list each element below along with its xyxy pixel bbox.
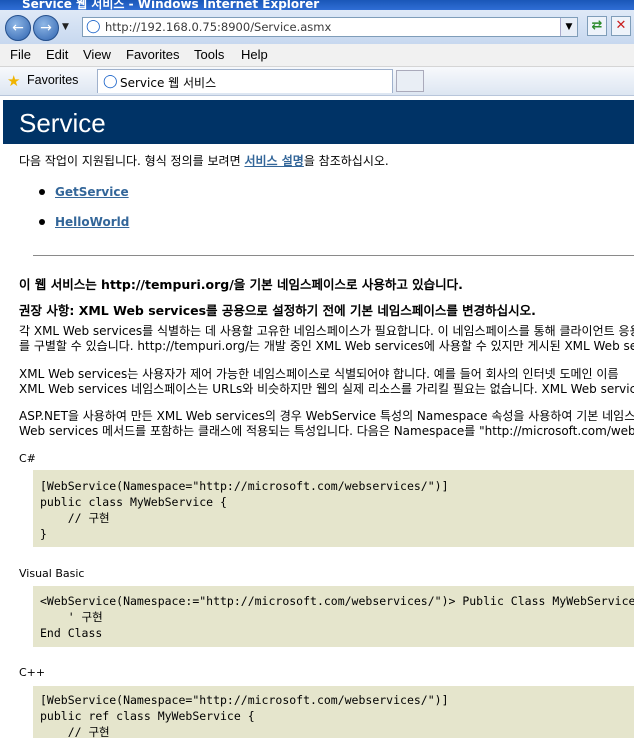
menu-edit[interactable]: Edit	[46, 47, 68, 62]
forward-button[interactable]: →	[33, 15, 59, 41]
code-text-csharp: [WebService(Namespace="http://microsoft.…	[40, 479, 449, 541]
paragraph-line: 를 구별할 수 있습니다. http://tempuri.org/는 개발 중인…	[19, 339, 634, 353]
tab-title: Service 웹 서비스	[120, 76, 217, 90]
code-block-csharp: [WebService(Namespace="http://microsoft.…	[33, 470, 634, 547]
page-content: Service 다음 작업이 지원됩니다. 형식 정의를 보려면 서비스 설명을…	[3, 96, 634, 738]
paragraph-line: ASP.NET을 사용하여 만든 XML Web services의 경우 We…	[19, 409, 634, 423]
menu-tools[interactable]: Tools	[194, 47, 224, 62]
divider	[33, 255, 634, 256]
paragraph-line: XML Web services 네임스페이스는 URLs와 비슷하지만 웹의 …	[19, 382, 634, 396]
history-dropdown-icon[interactable]: ▼	[62, 22, 69, 32]
favorites-button[interactable]: Favorites	[27, 73, 78, 87]
favorites-star-icon[interactable]: ★	[7, 72, 20, 90]
paragraph-line: Web services 메서드를 포함하는 클래스에 적용되는 특성입니다. …	[19, 424, 634, 438]
menu-help[interactable]: Help	[241, 47, 268, 62]
refresh-button[interactable]: ⇄	[587, 16, 607, 36]
list-item: HelloWorld	[39, 215, 129, 229]
intro-before: 다음 작업이 지원됩니다. 형식 정의를 보려면	[19, 154, 245, 168]
favorites-bar: ★ Favorites ◯ Service 웹 서비스	[0, 67, 634, 96]
paragraph-line: XML Web services는 사용자가 제어 가능한 네임스페이스로 식별…	[19, 367, 619, 381]
code-text-cpp: [WebService(Namespace="http://microsoft.…	[40, 693, 449, 738]
paragraph-aspnet: ASP.NET을 사용하여 만든 XML Web services의 경우 We…	[19, 409, 634, 439]
service-description-link[interactable]: 서비스 설명	[244, 154, 303, 168]
address-bar[interactable]: ◯ http://192.168.0.75:8900/Service.asmx …	[82, 17, 578, 37]
intro-after: 을 참조하십시오.	[303, 154, 389, 168]
new-tab-button[interactable]	[396, 70, 424, 92]
back-button[interactable]: ←	[5, 15, 31, 41]
list-item: GetService	[39, 185, 129, 199]
window-title: Service 웹 서비스 - Windows Internet Explore…	[22, 0, 320, 10]
address-url[interactable]: http://192.168.0.75:8900/Service.asmx	[105, 20, 331, 34]
code-label-vb: Visual Basic	[19, 567, 85, 580]
code-text-vb: <WebService(Namespace:="http://microsoft…	[40, 594, 634, 640]
recommendation-text: 권장 사항: XML Web services를 공용으로 설정하기 전에 기본…	[19, 303, 536, 318]
bullet-icon	[39, 188, 45, 195]
operation-link-getservice[interactable]: GetService	[55, 185, 129, 199]
code-block-vb: <WebService(Namespace:="http://microsoft…	[33, 586, 634, 647]
paragraph-line: 각 XML Web services를 식별하는 데 사용할 고유한 네임스페이…	[19, 324, 634, 338]
code-label-cpp: C++	[19, 666, 46, 679]
stop-button[interactable]: ✕	[611, 16, 631, 36]
paragraph-namespace: 각 XML Web services를 식별하는 데 사용할 고유한 네임스페이…	[19, 324, 634, 354]
operation-link-helloworld[interactable]: HelloWorld	[55, 215, 129, 229]
browser-tab[interactable]: ◯ Service 웹 서비스	[97, 69, 393, 93]
code-block-cpp: [WebService(Namespace="http://microsoft.…	[33, 686, 634, 738]
menu-favorites[interactable]: Favorites	[126, 47, 179, 62]
code-label-csharp: C#	[19, 452, 36, 465]
page-title: Service	[19, 108, 106, 138]
paragraph-controlled: XML Web services는 사용자가 제어 가능한 네임스페이스로 식별…	[19, 367, 634, 397]
bullet-icon	[39, 218, 45, 225]
namespace-notice: 이 웹 서비스는 http://tempuri.org/을 기본 네임스페이스로…	[19, 277, 463, 292]
menu-bar: File Edit View Favorites Tools Help	[0, 44, 634, 67]
page-heading-bar: Service	[3, 100, 634, 144]
menu-view[interactable]: View	[83, 47, 111, 62]
ie-page-icon: ◯	[86, 19, 101, 34]
address-dropdown-icon[interactable]: ▼	[560, 18, 577, 36]
intro-text: 다음 작업이 지원됩니다. 형식 정의를 보려면 서비스 설명을 참조하십시오.	[19, 152, 389, 169]
menu-file[interactable]: File	[10, 47, 31, 62]
navigation-bar: ← → ▼ ◯ http://192.168.0.75:8900/Service…	[0, 10, 634, 44]
window-title-bar: Service 웹 서비스 - Windows Internet Explore…	[0, 0, 634, 10]
ie-tab-icon: ◯	[103, 74, 118, 89]
